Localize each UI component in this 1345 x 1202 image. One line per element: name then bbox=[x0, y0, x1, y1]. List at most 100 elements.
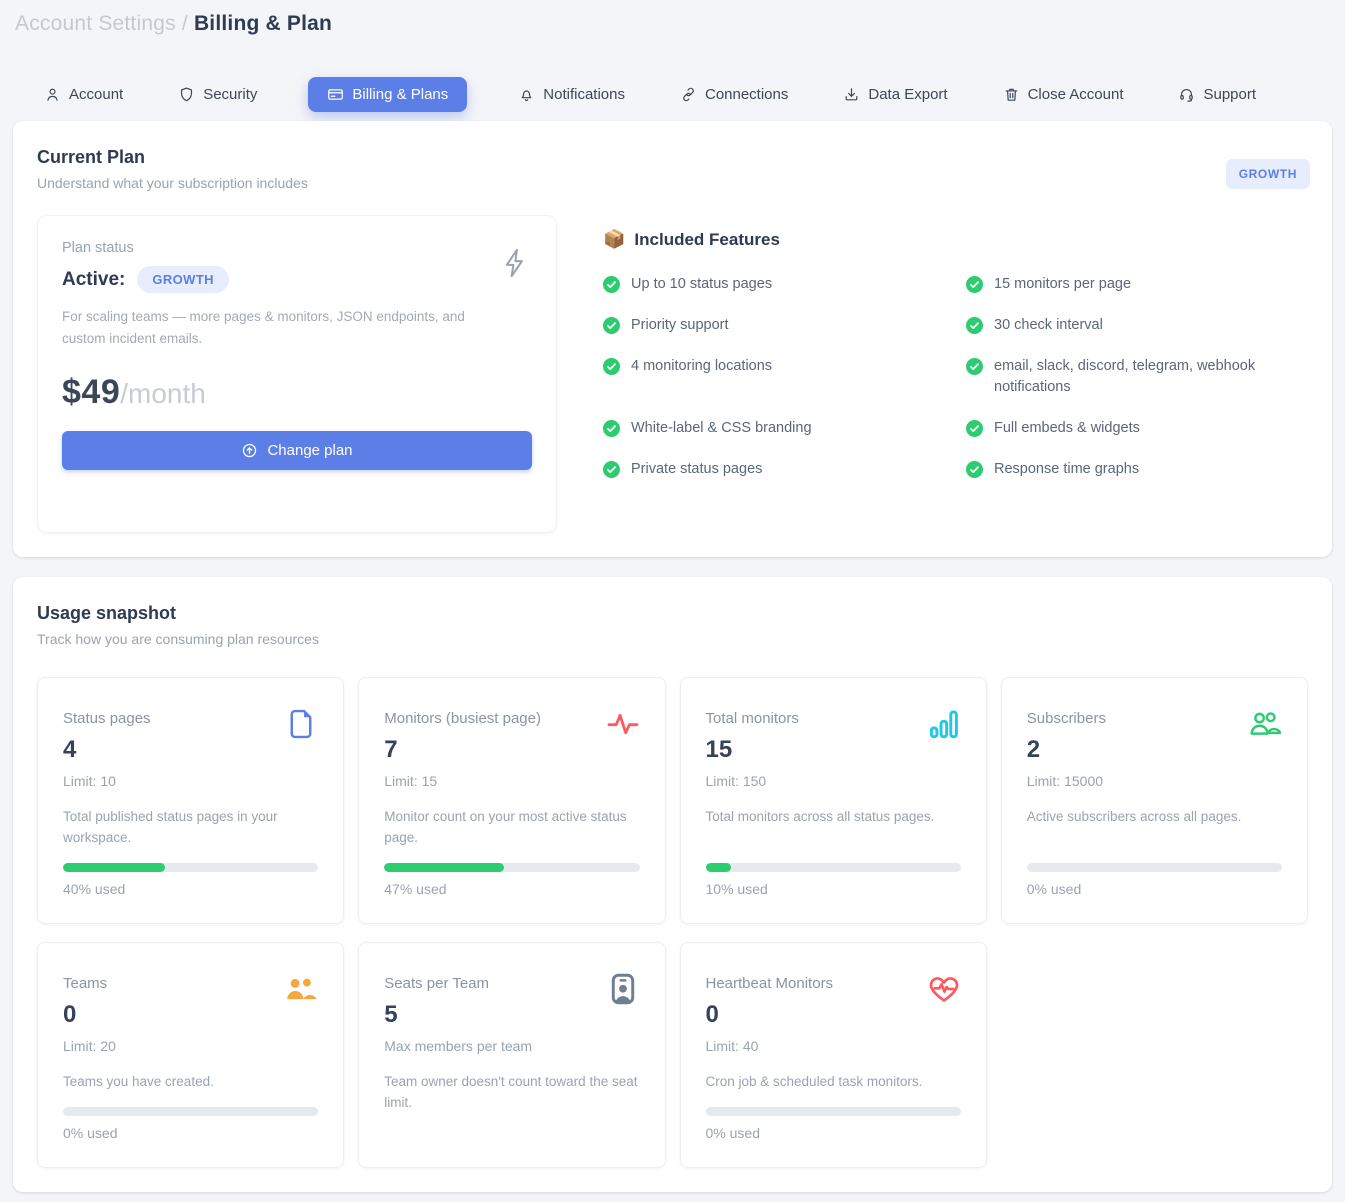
feature-item: 4 monitoring locations bbox=[603, 356, 940, 400]
settings-tabs: Account Security Billing & Plans Notific… bbox=[13, 77, 1332, 112]
check-circle-icon bbox=[603, 461, 620, 481]
progress-bar bbox=[63, 1107, 318, 1116]
usage-card-monitors-busiest: Monitors (busiest page) 7 Limit: 15 Moni… bbox=[358, 677, 665, 924]
card-percent-used: 10% used bbox=[706, 881, 961, 897]
tab-account[interactable]: Account bbox=[40, 77, 127, 112]
breadcrumb-parent[interactable]: Account Settings bbox=[15, 12, 176, 35]
id-badge-icon bbox=[607, 973, 639, 1005]
card-description: Team owner doesn't count toward the seat… bbox=[384, 1072, 639, 1118]
feature-item: White-label & CSS branding bbox=[603, 418, 940, 440]
tab-security[interactable]: Security bbox=[174, 77, 261, 112]
feature-item: Response time graphs bbox=[966, 459, 1303, 481]
activity-icon bbox=[607, 708, 639, 740]
card-description: Teams you have created. bbox=[63, 1072, 318, 1093]
feature-label: email, slack, discord, telegram, webhook… bbox=[994, 356, 1303, 400]
usage-card-seats-per-team: Seats per Team 5 Max members per team Te… bbox=[358, 942, 665, 1168]
shield-icon bbox=[178, 86, 195, 103]
breadcrumb: Account Settings / Billing & Plan bbox=[13, 12, 1332, 36]
progress-bar bbox=[706, 863, 961, 872]
tab-label: Connections bbox=[705, 86, 788, 103]
usage-grid: Status pages 4 Limit: 10 Total published… bbox=[37, 677, 1308, 1168]
breadcrumb-separator: / bbox=[182, 12, 188, 35]
card-description: Monitor count on your most active status… bbox=[384, 807, 639, 849]
features-title: Included Features bbox=[634, 230, 779, 250]
card-label: Subscribers bbox=[1027, 710, 1282, 727]
check-circle-icon bbox=[603, 317, 620, 337]
heart-pulse-icon bbox=[928, 973, 960, 1005]
feature-item: Priority support bbox=[603, 315, 940, 337]
card-label: Teams bbox=[63, 975, 318, 992]
change-plan-button[interactable]: Change plan bbox=[62, 431, 532, 470]
tab-label: Notifications bbox=[543, 86, 625, 103]
card-label: Monitors (busiest page) bbox=[384, 710, 639, 727]
included-features: 📦 Included Features Up to 10 status page… bbox=[603, 215, 1308, 481]
tab-billing-plans[interactable]: Billing & Plans bbox=[308, 77, 467, 112]
tab-label: Close Account bbox=[1028, 86, 1124, 103]
bell-icon bbox=[518, 86, 535, 103]
card-description: Total monitors across all status pages. bbox=[706, 807, 961, 849]
card-value: 0 bbox=[63, 1001, 318, 1029]
feature-item: Up to 10 status pages bbox=[603, 274, 940, 296]
tab-label: Security bbox=[203, 86, 257, 103]
tab-notifications[interactable]: Notifications bbox=[514, 77, 629, 112]
card-limit: Limit: 15 bbox=[384, 773, 639, 789]
feature-label: 30 check interval bbox=[994, 315, 1103, 337]
feature-item: 30 check interval bbox=[966, 315, 1303, 337]
usage-card-heartbeat-monitors: Heartbeat Monitors 0 Limit: 40 Cron job … bbox=[680, 942, 987, 1168]
tab-label: Billing & Plans bbox=[352, 86, 448, 103]
lightning-icon bbox=[500, 246, 530, 280]
feature-item: Full embeds & widgets bbox=[966, 418, 1303, 440]
card-description: Cron job & scheduled task monitors. bbox=[706, 1072, 961, 1093]
usage-title: Usage snapshot bbox=[37, 603, 1308, 624]
check-circle-icon bbox=[966, 461, 983, 481]
card-percent-used: 40% used bbox=[63, 881, 318, 897]
card-value: 7 bbox=[384, 736, 639, 764]
plan-price: $49 bbox=[62, 373, 120, 412]
usage-card-status-pages: Status pages 4 Limit: 10 Total published… bbox=[37, 677, 344, 924]
card-label: Total monitors bbox=[706, 710, 961, 727]
spacer bbox=[384, 1118, 639, 1141]
feature-item: Private status pages bbox=[603, 459, 940, 481]
tab-connections[interactable]: Connections bbox=[676, 77, 792, 112]
tab-close-account[interactable]: Close Account bbox=[999, 77, 1128, 112]
progress-bar bbox=[1027, 863, 1282, 872]
plan-status-value: Active: bbox=[62, 269, 125, 291]
tab-data-export[interactable]: Data Export bbox=[839, 77, 951, 112]
plan-status-label: Plan status bbox=[62, 240, 532, 256]
feature-label: Private status pages bbox=[631, 459, 762, 481]
card-value: 5 bbox=[384, 1001, 639, 1029]
change-plan-label: Change plan bbox=[267, 442, 352, 459]
check-circle-icon bbox=[603, 358, 620, 400]
trash-icon bbox=[1003, 86, 1020, 103]
card-limit: Limit: 15000 bbox=[1027, 773, 1282, 789]
feature-label: Priority support bbox=[631, 315, 729, 337]
credit-card-icon bbox=[327, 86, 344, 103]
usage-subtitle: Track how you are consuming plan resourc… bbox=[37, 631, 1308, 647]
plan-tier-badge: GROWTH bbox=[1226, 159, 1310, 189]
feature-item: email, slack, discord, telegram, webhook… bbox=[966, 356, 1303, 400]
check-circle-icon bbox=[966, 420, 983, 440]
file-icon bbox=[285, 708, 317, 740]
arrow-up-circle-icon bbox=[241, 442, 258, 459]
progress-bar bbox=[384, 863, 639, 872]
check-circle-icon bbox=[966, 317, 983, 337]
feature-label: Up to 10 status pages bbox=[631, 274, 772, 296]
card-value: 0 bbox=[706, 1001, 961, 1029]
card-label: Seats per Team bbox=[384, 975, 639, 992]
tab-support[interactable]: Support bbox=[1174, 77, 1260, 112]
usage-card-total-monitors: Total monitors 15 Limit: 150 Total monit… bbox=[680, 677, 987, 924]
check-circle-icon bbox=[966, 358, 983, 400]
package-icon: 📦 bbox=[603, 229, 625, 250]
check-circle-icon bbox=[966, 276, 983, 296]
user-icon bbox=[44, 86, 61, 103]
users-icon bbox=[1249, 708, 1281, 740]
check-circle-icon bbox=[603, 276, 620, 296]
feature-label: Response time graphs bbox=[994, 459, 1139, 481]
current-plan-title: Current Plan bbox=[37, 147, 1308, 168]
feature-item: 15 monitors per page bbox=[966, 274, 1303, 296]
card-percent-used: 0% used bbox=[706, 1125, 961, 1141]
progress-bar bbox=[706, 1107, 961, 1116]
feature-label: 15 monitors per page bbox=[994, 274, 1131, 296]
card-label: Status pages bbox=[63, 710, 318, 727]
plan-pill-badge: GROWTH bbox=[137, 266, 229, 293]
